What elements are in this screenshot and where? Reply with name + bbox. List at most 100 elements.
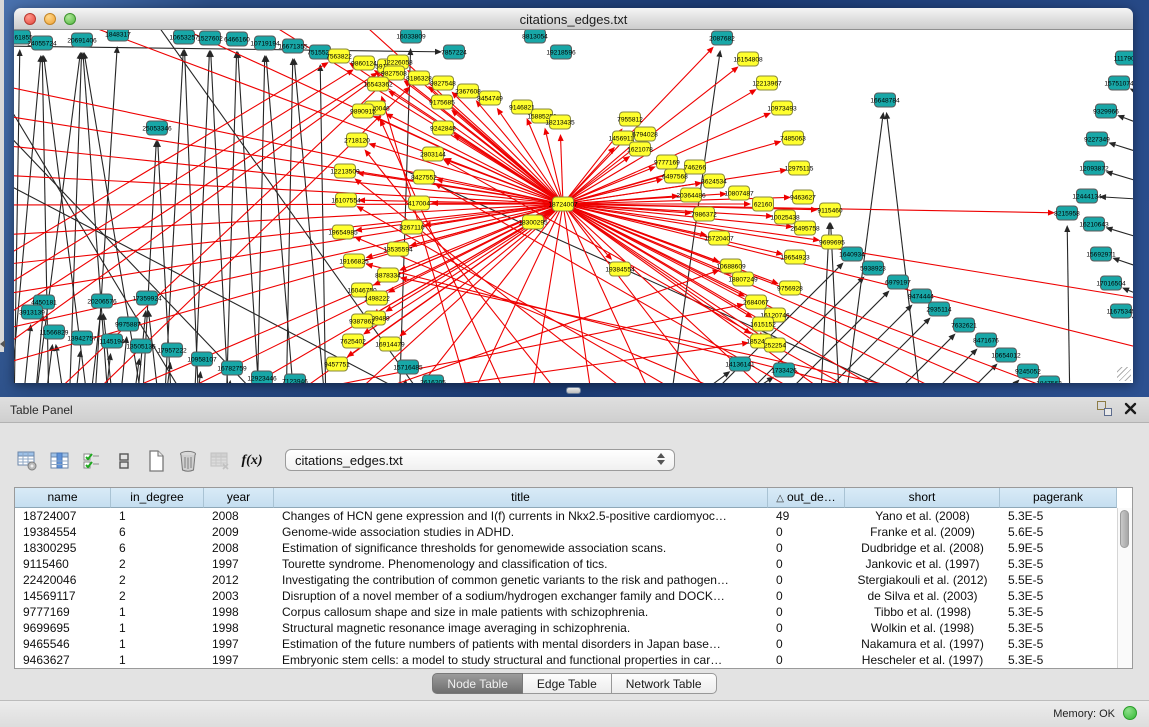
network-node[interactable]: 2935114 [926,302,952,316]
split-pane-handle[interactable] [566,387,581,394]
table-cell[interactable]: 2008 [204,508,274,524]
table-cell[interactable]: 1 [111,604,204,620]
network-edge[interactable] [563,134,618,204]
network-node[interactable]: 7986372 [691,207,717,221]
table-cell[interactable]: 2 [111,556,204,572]
network-node[interactable]: 8813054 [522,30,548,43]
table-cell[interactable]: Yano et al. (2008) [845,508,1000,524]
scrollbar-thumb[interactable] [1120,510,1129,548]
table-cell[interactable]: 9699695 [15,620,111,636]
table-cell[interactable]: Corpus callosum shape and size in male p… [274,604,768,620]
table-cell[interactable]: Stergiakouli et al. (2012) [845,572,1000,588]
network-node[interactable]: 2616205 [420,375,446,383]
network-node[interactable]: 10958107 [187,352,217,366]
network-node[interactable]: 16210643 [1079,217,1109,231]
network-edge[interactable] [1106,197,1133,200]
close-panel-icon[interactable] [1124,402,1137,415]
network-node[interactable]: 417004 [408,196,430,210]
network-node[interactable]: 10719194 [250,36,280,50]
table-row[interactable]: 969969511998Structural magnetic resonanc… [15,620,1132,636]
float-panel-icon[interactable] [1097,401,1112,416]
table-cell[interactable]: Tibbo et al. (1998) [845,604,1000,620]
tab-edge-table[interactable]: Edge Table [523,673,612,694]
select-rows-button[interactable] [80,448,104,474]
network-edge[interactable] [286,65,293,383]
network-node[interactable]: 7632621 [951,318,977,332]
table-cell[interactable]: 5.3E-5 [1000,620,1117,636]
network-node[interactable]: 12213509 [330,164,360,178]
table-cell[interactable]: 6 [111,540,204,556]
network-node[interactable]: 15692971 [1086,247,1116,261]
table-cell[interactable]: Tourette syndrome. Phenomenology and cla… [274,556,768,572]
network-node[interactable]: 6979197 [885,275,911,289]
network-edge[interactable] [1129,290,1133,301]
network-edge[interactable] [563,204,1107,383]
network-node[interactable]: 15716485 [393,360,423,374]
table-row[interactable]: 1938455462009Genome-wide association stu… [15,524,1132,540]
network-node[interactable]: 8454749 [477,91,503,105]
table-cell[interactable]: 2 [111,588,204,604]
table-cell[interactable]: Estimation of significance thresholds fo… [274,540,768,556]
table-cell[interactable]: Genome-wide association studies in ADHD. [274,524,768,540]
column-header[interactable]: name [15,488,111,508]
network-edge[interactable] [14,146,563,204]
network-node[interactable]: 8267110 [399,220,425,234]
network-node[interactable]: 12923446 [247,371,277,383]
table-cell[interactable]: 0 [768,652,845,668]
table-cell[interactable]: 6 [111,524,204,540]
network-node[interactable]: 9777169 [654,155,680,169]
table-cell[interactable]: 5.3E-5 [1000,636,1117,652]
table-cell[interactable]: Structural magnetic resonance image aver… [274,620,768,636]
network-node[interactable]: 1498222 [364,291,390,305]
table-row[interactable]: 977716911998Corpus callosum shape and si… [15,604,1132,620]
network-node[interactable]: 1621078 [627,142,653,156]
network-node[interactable]: 12093872 [1079,161,1109,175]
table-selector-dropdown[interactable]: citations_edges.txt [285,449,675,471]
network-node[interactable]: 2803144 [420,147,446,161]
network-node[interactable]: 1847562 [1036,376,1062,383]
network-node[interactable]: 16033809 [396,30,426,43]
network-node[interactable]: 8878334 [375,268,401,282]
network-node[interactable]: 12213967 [752,76,782,90]
network-node[interactable]: 8427552 [411,170,437,184]
table-row[interactable]: 2242004622012Investigating the contribut… [15,572,1132,588]
network-node[interactable]: 1145194 [99,334,125,348]
network-node[interactable]: 10973493 [767,101,797,115]
network-node[interactable]: 7123946 [282,374,308,383]
network-node[interactable]: 9329966 [1093,104,1119,118]
network-node[interactable]: 9242848 [430,121,456,135]
network-node[interactable]: 7563822 [326,49,352,63]
network-node[interactable]: 1640934 [839,247,865,261]
table-cell[interactable]: Hescheler et al. (1997) [845,652,1000,668]
new-table-button[interactable] [144,448,168,474]
table-body[interactable]: 1872400712008Changes of HCN gene express… [15,508,1132,668]
table-cell[interactable]: 1 [111,508,204,524]
network-node[interactable]: 12444134 [1072,189,1102,203]
table-cell[interactable]: Estimation of the future numbers of pati… [274,636,768,652]
network-node[interactable]: 9756928 [777,281,803,295]
table-cell[interactable]: 0 [768,556,845,572]
table-cell[interactable]: 0 [768,572,845,588]
table-header[interactable]: namein_degreeyeartitle△out_de…shortpager… [15,488,1132,508]
resize-grip-icon[interactable] [1117,367,1131,381]
table-cell[interactable]: Nakamura et al. (1997) [845,636,1000,652]
network-node[interactable]: 3624534 [701,174,727,188]
network-node[interactable]: 13505135 [126,339,156,353]
table-cell[interactable]: Investigating the contribution of common… [274,572,768,588]
network-node[interactable]: 2087682 [709,31,735,45]
table-cell[interactable]: 1 [111,620,204,636]
table-cell[interactable]: 1997 [204,636,274,652]
table-cell[interactable]: 9463627 [15,652,111,668]
network-edge[interactable] [226,58,236,383]
network-edge[interactable] [14,56,20,383]
table-cell[interactable]: 9465546 [15,636,111,652]
show-columns-button[interactable] [48,448,72,474]
table-cell[interactable]: 5.5E-5 [1000,572,1117,588]
network-node[interactable]: 1527602 [197,31,223,45]
table-cell[interactable]: 1998 [204,604,274,620]
network-node[interactable]: 26495758 [790,221,820,235]
network-edge[interactable] [104,320,114,383]
network-node[interactable]: 18213435 [545,115,575,129]
network-node[interactable]: 19218596 [546,45,576,59]
table-cell[interactable]: 2003 [204,588,274,604]
